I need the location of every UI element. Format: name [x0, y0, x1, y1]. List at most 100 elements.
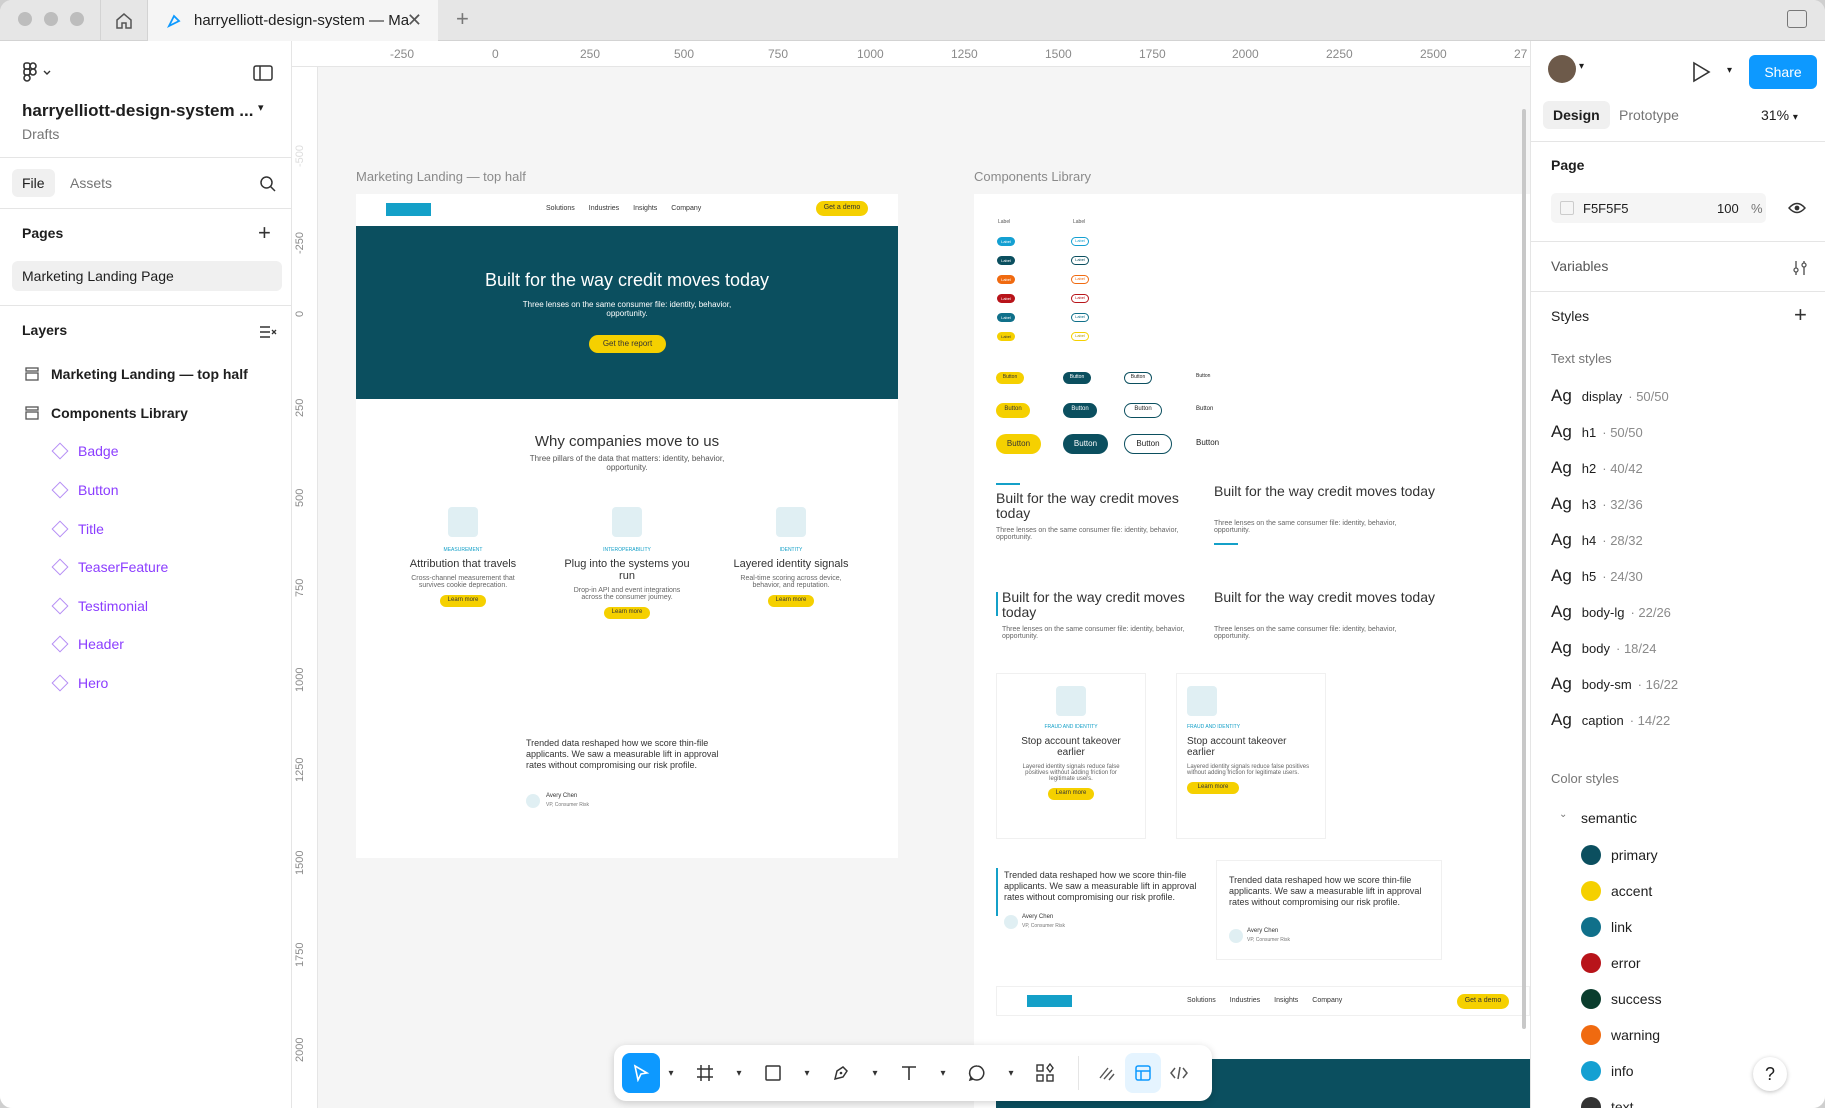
learn-more-button[interactable]: Learn more — [604, 607, 650, 619]
layer-component[interactable]: Title — [0, 513, 292, 545]
text-style-item[interactable]: Ag h5 · 24/30 — [1551, 566, 1643, 586]
dev-mode-button[interactable] — [1161, 1053, 1197, 1093]
text-style-item[interactable]: Ag caption · 14/22 — [1551, 710, 1670, 730]
color-style-item[interactable]: error — [1581, 953, 1641, 973]
tab-file[interactable]: File — [12, 169, 55, 197]
layer-frame[interactable]: Components Library — [0, 397, 292, 429]
canvas[interactable]: -250 0 250 500 750 1000 1250 1500 1750 2… — [292, 41, 1530, 1108]
learn-more-button[interactable]: Learn more — [440, 595, 486, 607]
badge[interactable]: Label — [997, 313, 1015, 322]
button-dark-lg[interactable]: Button — [1063, 434, 1108, 454]
present-play-icon[interactable] — [1691, 61, 1711, 83]
share-button[interactable]: Share — [1749, 55, 1817, 89]
fill-hex[interactable]: F5F5F5 — [1583, 201, 1629, 216]
button-text-sm[interactable]: Button — [1196, 373, 1210, 379]
add-page-button[interactable]: + — [258, 222, 271, 244]
zoom-level[interactable]: 31% ▾ — [1761, 107, 1798, 123]
color-style-item[interactable]: text — [1581, 1097, 1634, 1108]
shape-tool-button[interactable] — [750, 1053, 796, 1093]
frame-label[interactable]: Components Library — [974, 169, 1091, 184]
badge-outline[interactable]: Label — [1071, 313, 1089, 322]
color-style-item[interactable]: success — [1581, 989, 1662, 1009]
layer-options-icon[interactable] — [259, 324, 277, 340]
color-style-item[interactable]: link — [1581, 917, 1632, 937]
badge-outline[interactable]: Label — [1071, 237, 1089, 246]
avatar[interactable] — [1548, 55, 1576, 83]
chevron-down-icon[interactable]: ▾ — [932, 1068, 954, 1079]
file-menu-chevron-icon[interactable]: ▾ — [258, 101, 264, 114]
page-item[interactable]: Marketing Landing Page — [12, 261, 282, 291]
nav-link[interactable]: Company — [671, 205, 701, 212]
chevron-down-icon[interactable]: ▾ — [796, 1068, 818, 1079]
design-mode-button[interactable] — [1125, 1053, 1161, 1093]
close-window-button[interactable] — [18, 12, 32, 26]
badge-outline[interactable]: Label — [1071, 294, 1089, 303]
badge-outline[interactable]: Label — [1071, 256, 1089, 265]
home-button[interactable] — [100, 0, 148, 41]
learn-more-button[interactable]: Learn more — [768, 595, 814, 607]
fill-swatch[interactable] — [1560, 201, 1574, 215]
actions-tool-button[interactable] — [1022, 1053, 1068, 1093]
tab-design[interactable]: Design — [1543, 101, 1610, 129]
badge[interactable]: Label — [997, 275, 1015, 284]
chevron-down-icon[interactable]: ▾ — [1579, 61, 1584, 72]
fill-opacity[interactable]: 100 — [1717, 201, 1739, 216]
badge[interactable]: Label — [997, 237, 1015, 246]
text-style-item[interactable]: Ag h3 · 32/36 — [1551, 494, 1643, 514]
button-dark-md[interactable]: Button — [1063, 403, 1097, 418]
text-style-item[interactable]: Ag body-lg · 22/26 — [1551, 602, 1671, 622]
badge-outline[interactable]: Label — [1071, 275, 1089, 284]
text-tool-button[interactable] — [886, 1053, 932, 1093]
add-style-button[interactable]: + — [1794, 304, 1807, 326]
button-primary-md[interactable]: Button — [996, 403, 1030, 418]
frame-label[interactable]: Marketing Landing — top half — [356, 169, 526, 184]
color-style-item[interactable]: primary — [1581, 845, 1658, 865]
page-fill-field[interactable]: F5F5F5 100 % — [1551, 193, 1766, 223]
nav-link[interactable]: Insights — [1274, 997, 1298, 1004]
color-group[interactable]: semantic — [1581, 810, 1637, 826]
chevron-down-icon[interactable]: ▾ — [1000, 1068, 1022, 1079]
draw-mode-button[interactable] — [1089, 1053, 1125, 1093]
layer-component[interactable]: TeaserFeature — [0, 551, 292, 583]
badge-outline[interactable]: Label — [1071, 332, 1089, 341]
color-style-item[interactable]: info — [1581, 1061, 1634, 1081]
nav-link[interactable]: Industries — [1230, 997, 1260, 1004]
canvas-scrollbar[interactable] — [1522, 109, 1526, 1029]
button-text-md[interactable]: Button — [1196, 406, 1213, 412]
variables-header[interactable]: Variables — [1551, 258, 1608, 274]
nav-link[interactable]: Company — [1312, 997, 1342, 1004]
frame-tool-button[interactable] — [682, 1053, 728, 1093]
nav-link[interactable]: Insights — [633, 205, 657, 212]
button-outline-lg[interactable]: Button — [1124, 434, 1172, 454]
hero-cta-button[interactable]: Get the report — [589, 335, 666, 353]
move-tool-button[interactable] — [622, 1053, 660, 1093]
zoom-window-button[interactable] — [70, 12, 84, 26]
nav-link[interactable]: Solutions — [546, 205, 575, 212]
pen-tool-button[interactable] — [818, 1053, 864, 1093]
new-tab-button[interactable]: + — [456, 6, 469, 32]
text-style-item[interactable]: Ag body-sm · 16/22 — [1551, 674, 1678, 694]
layer-component[interactable]: Badge — [0, 435, 292, 467]
file-tab[interactable]: harryelliott-design-system — Ma ✕ — [148, 0, 438, 41]
color-style-item[interactable]: accent — [1581, 881, 1652, 901]
components-frame[interactable]: Label Label Label Label Label Label Labe… — [974, 194, 1530, 1108]
badge[interactable]: Label — [997, 294, 1015, 303]
button-dark-sm[interactable]: Button — [1063, 372, 1091, 384]
comment-tool-button[interactable] — [954, 1053, 1000, 1093]
button-primary-sm[interactable]: Button — [996, 372, 1024, 384]
variables-settings-icon[interactable] — [1792, 260, 1808, 276]
search-icon[interactable] — [259, 175, 277, 193]
text-style-item[interactable]: Ag display · 50/50 — [1551, 386, 1669, 406]
tab-prototype[interactable]: Prototype — [1619, 107, 1679, 123]
text-style-item[interactable]: Ag h2 · 40/42 — [1551, 458, 1643, 478]
chevron-down-icon[interactable]: ▾ — [1727, 65, 1732, 76]
layer-component[interactable]: Testimonial — [0, 590, 292, 622]
window-layout-icon[interactable] — [1787, 10, 1807, 28]
button-text-lg[interactable]: Button — [1196, 438, 1219, 447]
help-button[interactable]: ? — [1753, 1057, 1787, 1091]
text-style-item[interactable]: Ag body · 18/24 — [1551, 638, 1656, 658]
color-style-item[interactable]: warning — [1581, 1025, 1660, 1045]
chevron-down-icon[interactable]: ▾ — [864, 1068, 886, 1079]
landing-frame[interactable]: Solutions Industries Insights Company Ge… — [356, 194, 898, 858]
learn-more-button[interactable]: Learn more — [1048, 788, 1094, 800]
